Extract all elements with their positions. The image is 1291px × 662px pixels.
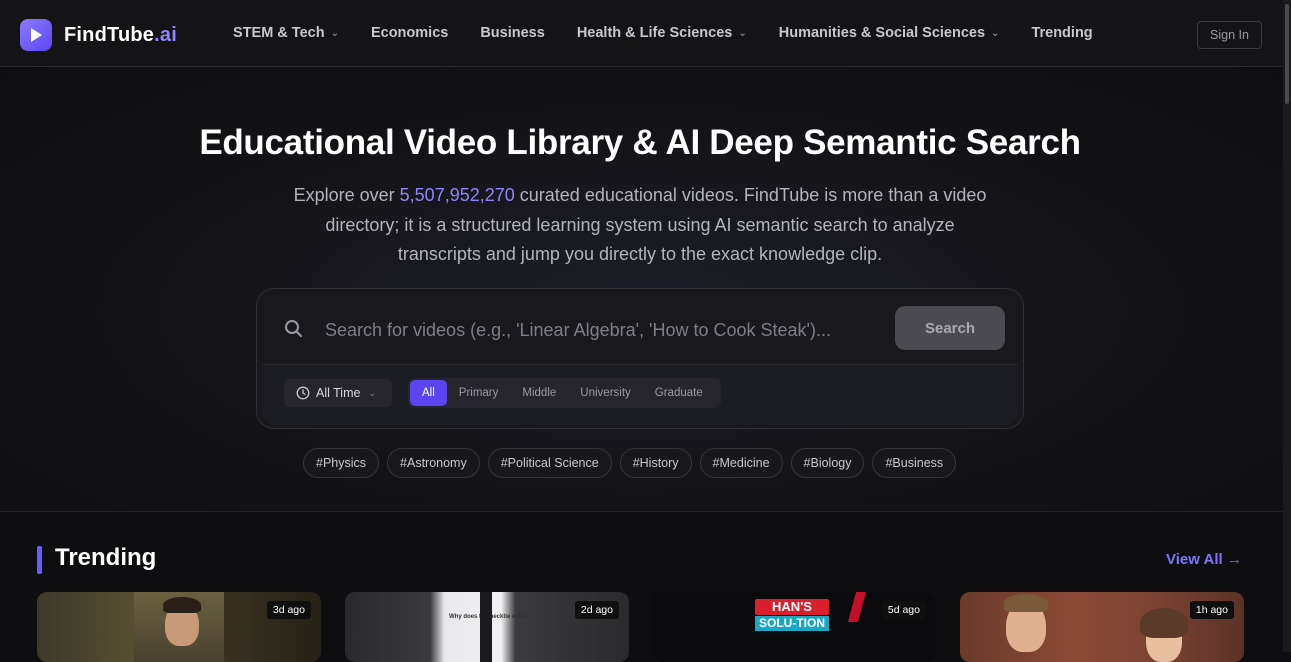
nav-item-trending[interactable]: Trending [1031, 25, 1092, 41]
tag-biology[interactable]: #Biology [790, 448, 865, 478]
level-all[interactable]: All [410, 380, 447, 406]
nav-item-humanities-social-sciences[interactable]: Humanities & Social Sciences ⌄ [779, 25, 1000, 41]
tag-business[interactable]: #Business [872, 448, 957, 478]
nav-item-economics[interactable]: Economics [371, 25, 448, 41]
arrow-right-icon: → [1226, 551, 1242, 568]
level-primary[interactable]: Primary [447, 380, 511, 406]
tag-physics[interactable]: #Physics [303, 448, 380, 478]
nav-links: STEM & Tech ⌄ Economics Business Health &… [233, 0, 1125, 66]
time-badge: 1h ago [1189, 601, 1234, 619]
time-badge: 5d ago [881, 601, 926, 619]
top-navbar: FindTube.ai STEM & Tech ⌄ Economics Busin… [0, 0, 1283, 67]
hero-subtitle: Explore over 5,507,952,270 curated educa… [293, 185, 987, 264]
level-graduate[interactable]: Graduate [643, 380, 715, 406]
chevron-down-icon: ⌄ [368, 387, 376, 398]
chevron-down-icon: ⌄ [738, 27, 747, 39]
time-badge: 2d ago [574, 601, 619, 619]
time-badge: 3d ago [266, 601, 311, 619]
brand-name: FindTube.ai [64, 23, 177, 46]
search-icon [284, 319, 304, 344]
level-university[interactable]: University [568, 380, 642, 406]
chevron-down-icon: ⌄ [330, 27, 339, 39]
video-count: 5,507,952,270 [399, 185, 515, 205]
thumbnail-title: HAN'S SOLU-TION [755, 599, 829, 639]
topic-tags: #Physics #Astronomy #Political Science #… [303, 448, 964, 478]
search-panel: Search All Time ⌄ All Primary Middle Uni… [256, 288, 1024, 429]
page-title: Educational Video Library & AI Deep Sema… [199, 123, 1081, 162]
hero-section: Educational Video Library & AI Deep Sema… [0, 67, 1283, 512]
filter-bar: All Time ⌄ All Primary Middle University… [262, 364, 1018, 425]
level-middle[interactable]: Middle [510, 380, 568, 406]
brand-logo[interactable]: FindTube.ai [20, 19, 177, 51]
section-title-trending: Trending [55, 544, 157, 571]
tag-astronomy[interactable]: #Astronomy [387, 448, 480, 478]
sign-in-button[interactable]: Sign In [1197, 21, 1262, 49]
time-filter-label: All Time [316, 386, 361, 400]
time-filter-dropdown[interactable]: All Time ⌄ [284, 379, 392, 407]
section-accent-bar [37, 546, 42, 574]
clock-icon [296, 386, 310, 400]
tag-political-science[interactable]: #Political Science [487, 448, 612, 478]
scrollbar-thumb[interactable] [1285, 4, 1289, 104]
tag-history[interactable]: #History [619, 448, 692, 478]
search-button[interactable]: Search [895, 306, 1005, 350]
level-filter: All Primary Middle University Graduate [408, 378, 721, 408]
nav-item-business[interactable]: Business [480, 25, 544, 41]
play-icon [20, 19, 52, 51]
nav-item-health-life-sciences[interactable]: Health & Life Sciences ⌄ [577, 25, 747, 41]
search-input[interactable] [323, 317, 887, 343]
nav-item-stem-tech[interactable]: STEM & Tech ⌄ [233, 25, 339, 41]
tag-medicine[interactable]: #Medicine [699, 448, 783, 478]
chevron-down-icon: ⌄ [991, 27, 1000, 39]
view-all-link[interactable]: View All → [1166, 551, 1242, 568]
